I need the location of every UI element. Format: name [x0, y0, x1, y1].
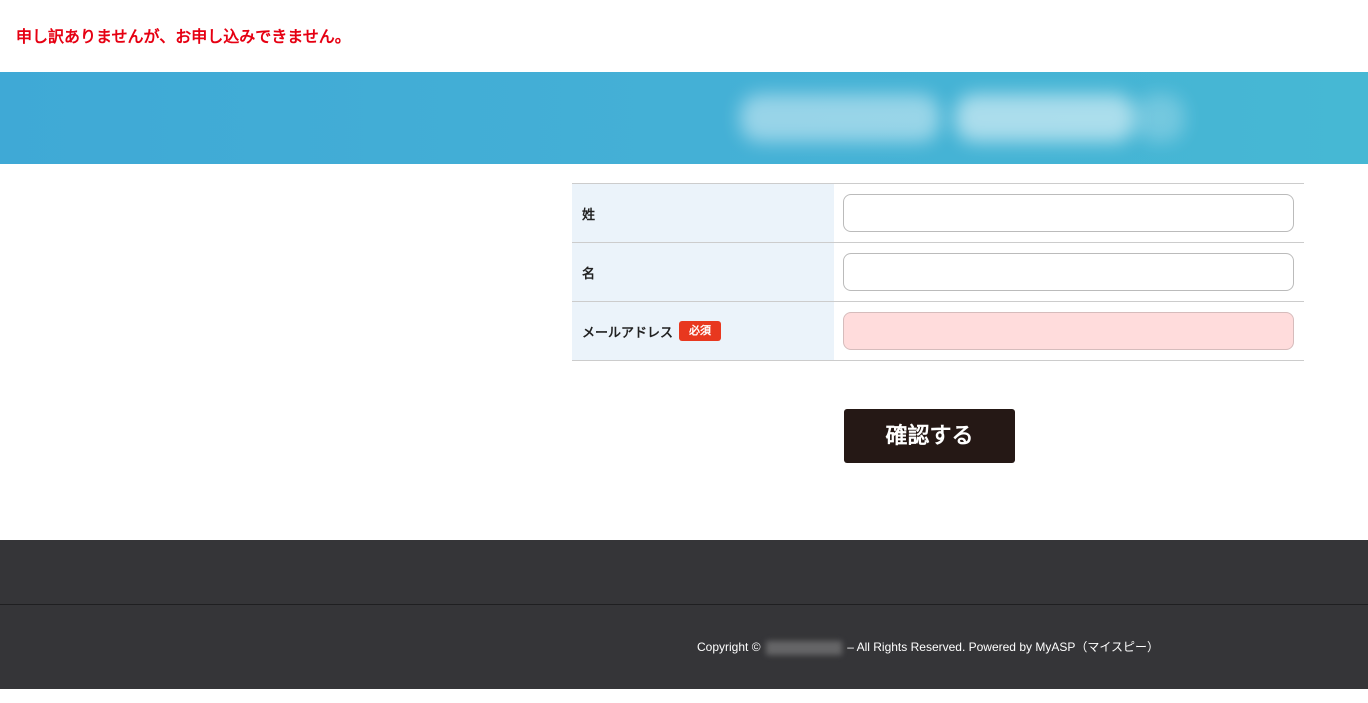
- signup-form: 姓 名 メールアドレス 必須: [572, 183, 1304, 361]
- copyright-text: Copyright © – All Rights Reserved. Power…: [697, 639, 1159, 655]
- copyright-prefix: Copyright ©: [697, 640, 761, 654]
- form-row-email: メールアドレス 必須: [572, 301, 1304, 361]
- last-name-input[interactable]: [843, 194, 1294, 232]
- error-message: 申し訳ありませんが、お申し込みできません。: [16, 27, 351, 46]
- header-banner: [0, 72, 1368, 164]
- blurred-banner-text: [740, 94, 940, 142]
- first-name-label: 名: [572, 243, 834, 301]
- last-name-field-cell: [834, 184, 1304, 242]
- last-name-label: 姓: [572, 184, 834, 242]
- blurred-company-name: [765, 640, 842, 655]
- form-row-last-name: 姓: [572, 183, 1304, 242]
- footer-bottom: [0, 605, 1368, 689]
- first-name-field-cell: [834, 243, 1304, 301]
- email-input[interactable]: [843, 312, 1294, 350]
- last-name-label-text: 姓: [582, 207, 596, 223]
- first-name-label-text: 名: [582, 266, 596, 282]
- required-badge: 必須: [679, 321, 722, 341]
- blurred-banner-text: [1135, 94, 1185, 142]
- email-field-cell: [834, 302, 1304, 360]
- email-label-text: メールアドレス: [582, 325, 674, 341]
- form-row-first-name: 名: [572, 242, 1304, 301]
- first-name-input[interactable]: [843, 253, 1294, 291]
- email-label: メールアドレス 必須: [572, 302, 834, 360]
- blurred-banner-text: [955, 94, 1135, 142]
- confirm-button[interactable]: 確認する: [844, 409, 1015, 463]
- copyright-suffix: – All Rights Reserved. Powered by MyASP（…: [847, 640, 1159, 654]
- footer-top: [0, 540, 1368, 604]
